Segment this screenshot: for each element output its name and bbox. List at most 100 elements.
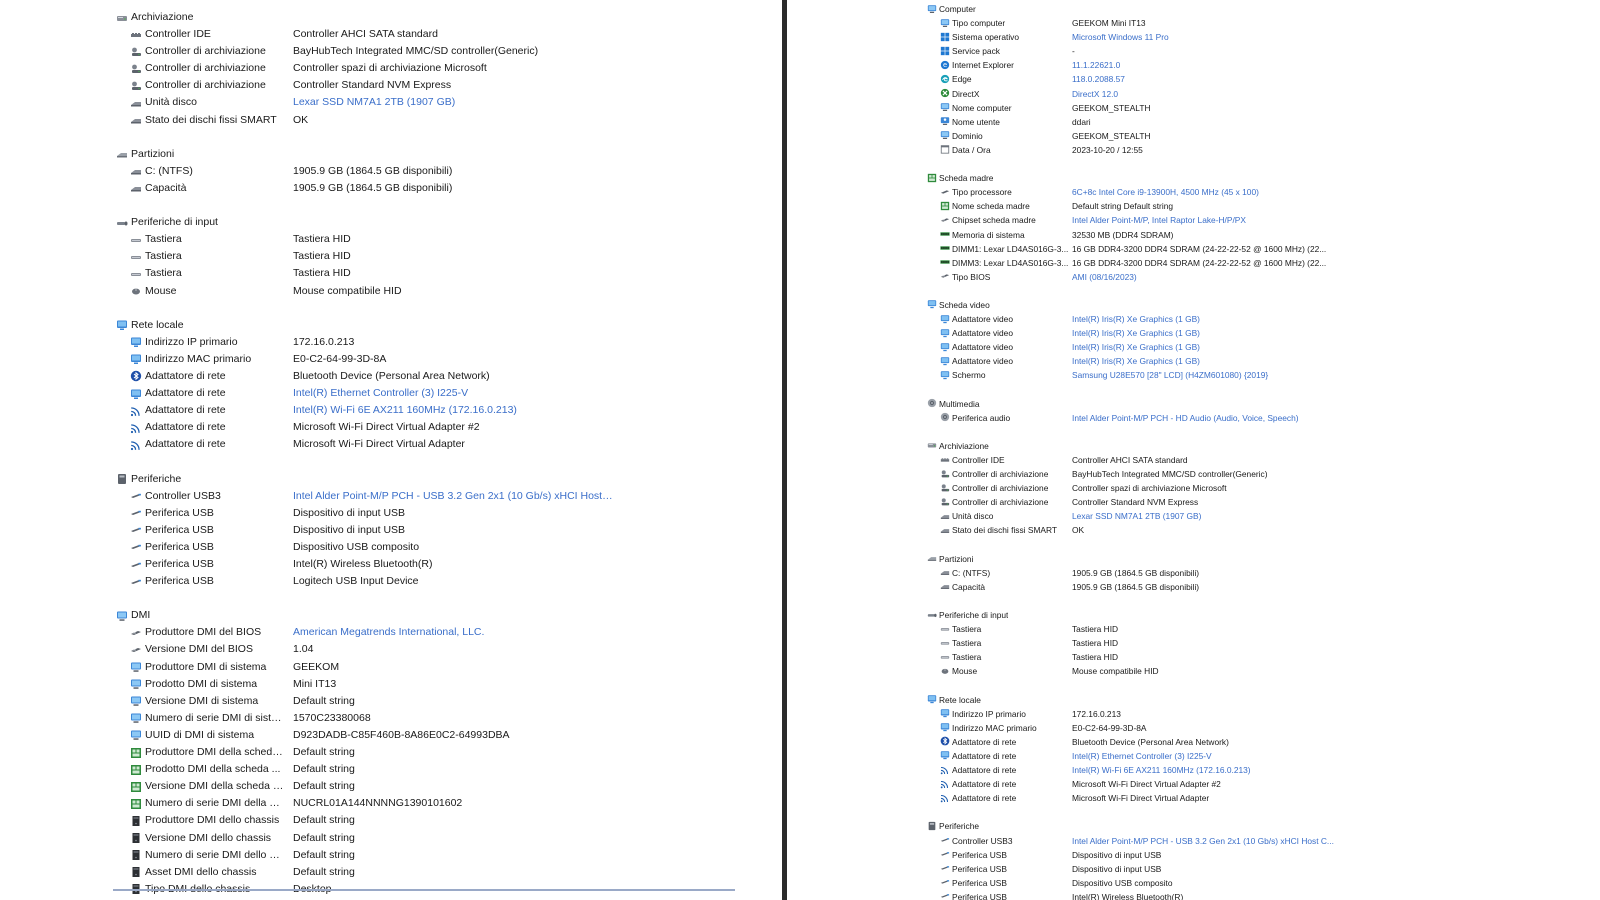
report-row[interactable]: e Internet Explorer 11.1.22621.0: [790, 58, 1600, 72]
report-row[interactable]: Mouse Mouse compatibile HID: [0, 283, 782, 300]
field-value-link[interactable]: DirectX 12.0: [1072, 87, 1342, 101]
horizontal-scrollbar[interactable]: [113, 889, 735, 891]
report-row[interactable]: Adattatore di rete Microsoft Wi-Fi Direct…: [790, 777, 1600, 791]
field-value-link[interactable]: Intel(R) Iris(R) Xe Graphics (1 GB): [1072, 340, 1342, 354]
report-row[interactable]: Adattatore di rete Bluetooth Device (Pers…: [790, 735, 1600, 749]
section-header[interactable]: Partizioni: [0, 146, 782, 163]
report-row[interactable]: Controller di archiviazione Controller St…: [790, 495, 1600, 509]
section-header[interactable]: Periferiche: [790, 819, 1600, 833]
section-header[interactable]: Scheda video: [790, 298, 1600, 312]
report-row[interactable]: Adattatore video Intel(R) Iris(R) Xe Grap…: [790, 340, 1600, 354]
field-value-link[interactable]: Lexar SSD NM7A1 2TB (1907 GB): [1072, 509, 1342, 523]
report-row[interactable]: Controller di archiviazione Controller St…: [0, 77, 782, 94]
report-row[interactable]: Indirizzo IP primario 172.16.0.213: [790, 707, 1600, 721]
report-row[interactable]: Indirizzo MAC primario E0-C2-64-99-3D-8A: [0, 351, 782, 368]
report-row[interactable]: Capacità 1905.9 GB (1864.5 GB disponibili…: [0, 180, 782, 197]
report-row[interactable]: Controller USB3 Intel Alder Point-M/P PCH…: [0, 488, 782, 505]
report-row[interactable]: Adattatore di rete Microsoft Wi-Fi Direct…: [790, 791, 1600, 805]
section-header[interactable]: Rete locale: [0, 317, 782, 334]
section-header[interactable]: Archiviazione: [790, 439, 1600, 453]
report-row[interactable]: Controller USB3 Intel Alder Point-M/P PCH…: [790, 834, 1600, 848]
report-row[interactable]: Adattatore di rete Bluetooth Device (Pers…: [0, 368, 782, 385]
report-row[interactable]: Capacità 1905.9 GB (1864.5 GB disponibili…: [790, 580, 1600, 594]
field-value-link[interactable]: American Megatrends International, LLC.: [293, 624, 613, 641]
section-header[interactable]: Multimedia: [790, 397, 1600, 411]
report-row[interactable]: C: (NTFS) 1905.9 GB (1864.5 GB disponibil…: [790, 566, 1600, 580]
report-row[interactable]: Tastiera Tastiera HID: [0, 248, 782, 265]
report-row[interactable]: Adattatore di rete Microsoft Wi-Fi Direct…: [0, 436, 782, 453]
report-row[interactable]: Nome computer GEEKOM_STEALTH: [790, 101, 1600, 115]
report-row[interactable]: Controller di archiviazione BayHubTech In…: [0, 43, 782, 60]
report-row[interactable]: Memoria di sistema 32530 MB (DDR4 SDRAM): [790, 228, 1600, 242]
field-value-link[interactable]: 11.1.22621.0: [1072, 58, 1342, 72]
field-value-link[interactable]: Intel(R) Wi-Fi 6E AX211 160MHz (172.16.0…: [1072, 763, 1342, 777]
report-row[interactable]: Nome scheda madre Default string Default …: [790, 199, 1600, 213]
report-row[interactable]: Versione DMI di sistema Default string: [0, 693, 782, 710]
report-row[interactable]: Adattatore di rete Intel(R) Ethernet Cont…: [790, 749, 1600, 763]
report-row[interactable]: DirectX DirectX 12.0: [790, 87, 1600, 101]
report-row[interactable]: Edge 118.0.2088.57: [790, 72, 1600, 86]
report-row[interactable]: Asset DMI dello chassis Default string: [0, 864, 782, 881]
report-row[interactable]: Unità disco Lexar SSD NM7A1 2TB (1907 GB): [0, 94, 782, 111]
report-row[interactable]: Chipset scheda madre Intel Alder Point-M/…: [790, 213, 1600, 227]
section-header[interactable]: Partizioni: [790, 552, 1600, 566]
field-value-link[interactable]: Intel(R) Iris(R) Xe Graphics (1 GB): [1072, 354, 1342, 368]
report-row[interactable]: Periferica USB Intel(R) Wireless Bluetoot…: [0, 556, 782, 573]
report-row[interactable]: Versione DMI della scheda m... Default st…: [0, 778, 782, 795]
field-value-link[interactable]: Microsoft Windows 11 Pro: [1072, 30, 1342, 44]
report-row[interactable]: Periferica USB Dispositivo USB composito: [0, 539, 782, 556]
report-row[interactable]: Unità disco Lexar SSD NM7A1 2TB (1907 GB): [790, 509, 1600, 523]
section-header[interactable]: Periferiche di input: [790, 608, 1600, 622]
report-row[interactable]: Periferica USB Dispositivo di input USB: [790, 862, 1600, 876]
report-row[interactable]: Tastiera Tastiera HID: [790, 636, 1600, 650]
section-header[interactable]: Periferiche: [0, 471, 782, 488]
report-row[interactable]: Prodotto DMI di sistema Mini IT13: [0, 676, 782, 693]
report-row[interactable]: Indirizzo IP primario 172.16.0.213: [0, 334, 782, 351]
report-row[interactable]: Controller di archiviazione Controller sp…: [0, 60, 782, 77]
report-row[interactable]: Controller di archiviazione Controller sp…: [790, 481, 1600, 495]
report-row[interactable]: Service pack -: [790, 44, 1600, 58]
report-row[interactable]: Nome utente ddari: [790, 115, 1600, 129]
report-row[interactable]: Adattatore di rete Intel(R) Ethernet Cont…: [0, 385, 782, 402]
report-row[interactable]: Tastiera Tastiera HID: [0, 265, 782, 282]
section-header[interactable]: Computer: [790, 2, 1600, 16]
report-row[interactable]: Tastiera Tastiera HID: [790, 650, 1600, 664]
report-row[interactable]: Periferica USB Intel(R) Wireless Bluetoot…: [790, 890, 1600, 900]
report-row[interactable]: DIMM1: Lexar LD4AS016G-3... 16 GB DDR4-32…: [790, 242, 1600, 256]
report-row[interactable]: Produttore DMI del BIOS American Megatren…: [0, 624, 782, 641]
section-header[interactable]: DMI: [0, 607, 782, 624]
field-value-link[interactable]: Intel(R) Ethernet Controller (3) I225-V: [1072, 749, 1342, 763]
report-row[interactable]: Adattatore di rete Microsoft Wi-Fi Direct…: [0, 419, 782, 436]
report-row[interactable]: DIMM3: Lexar LD4AS016G-3... 16 GB DDR4-32…: [790, 256, 1600, 270]
report-row[interactable]: Adattatore video Intel(R) Iris(R) Xe Grap…: [790, 354, 1600, 368]
report-row[interactable]: Stato dei dischi fissi SMART OK: [0, 112, 782, 129]
report-row[interactable]: Schermo Samsung U28E570 [28" LCD] (H4ZM60…: [790, 368, 1600, 382]
report-row[interactable]: Tipo computer GEEKOM Mini IT13: [790, 16, 1600, 30]
field-value-link[interactable]: Intel Alder Point-M/P PCH - USB 3.2 Gen …: [293, 488, 613, 505]
field-value-link[interactable]: 118.0.2088.57: [1072, 72, 1342, 86]
field-value-link[interactable]: Lexar SSD NM7A1 2TB (1907 GB): [293, 94, 613, 111]
report-row[interactable]: Produttore DMI dello chassis Default stri…: [0, 812, 782, 829]
report-row[interactable]: Adattatore di rete Intel(R) Wi-Fi 6E AX21…: [0, 402, 782, 419]
report-row[interactable]: Adattatore video Intel(R) Iris(R) Xe Grap…: [790, 312, 1600, 326]
report-row[interactable]: Tipo processore 6C+8c Intel Core i9-13900…: [790, 185, 1600, 199]
section-header[interactable]: Archiviazione: [0, 9, 782, 26]
report-row[interactable]: Periferica USB Dispositivo USB composito: [790, 876, 1600, 890]
report-row[interactable]: Dominio GEEKOM_STEALTH: [790, 129, 1600, 143]
report-row[interactable]: Numero di serie DMI della sc... NUCRL01A1…: [0, 795, 782, 812]
report-row[interactable]: Prodotto DMI della scheda ... Default str…: [0, 761, 782, 778]
section-header[interactable]: Periferiche di input: [0, 214, 782, 231]
report-row[interactable]: Versione DMI dello chassis Default string: [0, 830, 782, 847]
report-row[interactable]: Controller di archiviazione BayHubTech In…: [790, 467, 1600, 481]
report-row[interactable]: UUID di DMI di sistema D923DADB-C85F460B-…: [0, 727, 782, 744]
report-row[interactable]: Adattatore di rete Intel(R) Wi-Fi 6E AX21…: [790, 763, 1600, 777]
report-row[interactable]: Sistema operativo Microsoft Windows 11 Pr…: [790, 30, 1600, 44]
field-value-link[interactable]: Intel Alder Point-M/P PCH - USB 3.2 Gen …: [1072, 834, 1342, 848]
field-value-link[interactable]: Intel(R) Ethernet Controller (3) I225-V: [293, 385, 613, 402]
report-row[interactable]: Numero di serie DMI di siste... 1570C2338…: [0, 710, 782, 727]
report-row[interactable]: C: (NTFS) 1905.9 GB (1864.5 GB disponibil…: [0, 163, 782, 180]
report-row[interactable]: Produttore DMI di sistema GEEKOM: [0, 659, 782, 676]
report-row[interactable]: Periferica USB Dispositivo di input USB: [0, 522, 782, 539]
report-row[interactable]: Mouse Mouse compatibile HID: [790, 664, 1600, 678]
field-value-link[interactable]: Intel(R) Iris(R) Xe Graphics (1 GB): [1072, 326, 1342, 340]
